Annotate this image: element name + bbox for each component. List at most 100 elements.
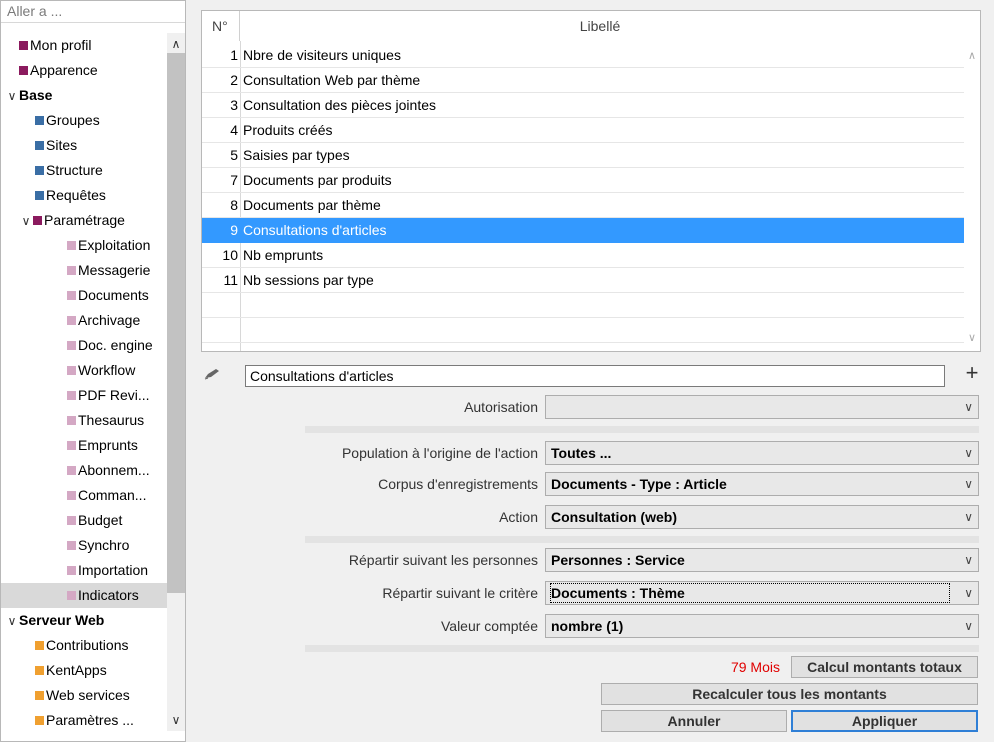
recalc-all-button[interactable]: Recalculer tous les montants — [601, 683, 978, 705]
table-row[interactable]: 8 Documents par thème — [202, 193, 964, 218]
table-scroll-up-icon[interactable]: ∧ — [964, 49, 980, 62]
corpus-select[interactable]: Documents - Type : Article ∨ — [545, 472, 979, 496]
table-row[interactable]: 4 Produits créés — [202, 118, 964, 143]
apply-button[interactable]: Appliquer — [791, 710, 978, 732]
row-label: Nb emprunts — [243, 247, 324, 263]
row-number: 4 — [230, 122, 238, 138]
repartir-personnes-select[interactable]: Personnes : Service ∨ — [545, 548, 979, 572]
chevron-down-icon: ∨ — [964, 619, 973, 633]
table-row[interactable]: 1 Nbre de visiteurs uniques — [202, 43, 964, 68]
table-row[interactable]: 11 Nb sessions par type — [202, 268, 964, 293]
column-header-label[interactable]: Libellé — [240, 11, 960, 41]
chevron-down-icon[interactable]: ∨ — [5, 84, 19, 108]
sidebar-item-apparence[interactable]: Apparence — [1, 58, 167, 83]
node-square-icon — [35, 716, 44, 725]
node-square-icon — [67, 441, 76, 450]
sidebar-item-label: Mon profil — [30, 37, 92, 53]
sidebar-item-structure[interactable]: Structure — [1, 158, 167, 183]
action-label: Action — [499, 509, 538, 525]
sidebar-item-label: Paramètres ... — [46, 712, 134, 728]
sidebar-item-contributions[interactable]: Contributions — [1, 633, 167, 658]
goto-search-field[interactable]: Aller a ... — [1, 1, 185, 23]
chevron-down-icon: ∨ — [964, 553, 973, 567]
sidebar-item-abonnem[interactable]: Abonnem... — [1, 458, 167, 483]
sidebar-item-label: Exploitation — [78, 237, 151, 253]
sidebar-item-pdf-revi[interactable]: PDF Revi... — [1, 383, 167, 408]
sidebar-item-label: Contributions — [46, 637, 129, 653]
cancel-button[interactable]: Annuler — [601, 710, 787, 732]
sidebar-item-label: Groupes — [46, 112, 100, 128]
node-square-icon — [35, 166, 44, 175]
table-scroll-down-icon[interactable]: ∨ — [964, 331, 980, 344]
sidebar-item-emprunts[interactable]: Emprunts — [1, 433, 167, 458]
row-number: 3 — [230, 97, 238, 113]
add-icon[interactable]: + — [962, 362, 982, 384]
sidebar-item-label: Budget — [78, 512, 123, 528]
sidebar-item-base[interactable]: ∨ Base — [1, 83, 167, 108]
sidebar-item-groupes[interactable]: Groupes — [1, 108, 167, 133]
sidebar-item-archivage[interactable]: Archivage — [1, 308, 167, 333]
sidebar-item-label: Importation — [78, 562, 149, 578]
node-square-icon — [35, 641, 44, 650]
chevron-down-icon[interactable]: ∨ — [19, 209, 33, 233]
sidebar-item-label: Thesaurus — [78, 412, 145, 428]
valeur-select[interactable]: nombre (1) ∨ — [545, 614, 979, 638]
chevron-down-icon: ∨ — [964, 510, 973, 524]
table-row[interactable]: 7 Documents par produits — [202, 168, 964, 193]
row-number: 1 — [230, 47, 238, 63]
sidebar-item-label: Serveur Web — [19, 612, 105, 628]
sidebar-item-param-tres[interactable]: Paramètres ... — [1, 708, 167, 733]
sidebar-item-exploitation[interactable]: Exploitation — [1, 233, 167, 258]
calc-totals-button[interactable]: Calcul montants totaux — [791, 656, 978, 678]
sidebar-item-synchro[interactable]: Synchro — [1, 533, 167, 558]
table-row[interactable]: 2 Consultation Web par thème — [202, 68, 964, 93]
sidebar-item-budget[interactable]: Budget — [1, 508, 167, 533]
sidebar-item-web-services[interactable]: Web services — [1, 683, 167, 708]
node-square-icon — [33, 216, 42, 225]
sidebar-item-doc-engine[interactable]: Doc. engine — [1, 333, 167, 358]
sidebar-item-comman[interactable]: Comman... — [1, 483, 167, 508]
sidebar-item-thesaurus[interactable]: Thesaurus — [1, 408, 167, 433]
action-select[interactable]: Consultation (web) ∨ — [545, 505, 979, 529]
sidebar-item-importation[interactable]: Importation — [1, 558, 167, 583]
sidebar-item-documents[interactable]: Documents — [1, 283, 167, 308]
row-label: Consultations d'articles — [243, 222, 387, 238]
row-label: Produits créés — [243, 122, 333, 138]
node-square-icon — [35, 691, 44, 700]
sidebar-item-serveur-web[interactable]: ∨ Serveur Web — [1, 608, 167, 633]
sidebar-item-sites[interactable]: Sites — [1, 133, 167, 158]
scroll-down-icon[interactable]: ∨ — [167, 711, 185, 729]
table-row[interactable]: 10 Nb emprunts — [202, 243, 964, 268]
sidebar-item-mon-profil[interactable]: Mon profil — [1, 33, 167, 58]
row-number: 5 — [230, 147, 238, 163]
separator — [305, 645, 979, 652]
row-label: Saisies par types — [243, 147, 350, 163]
chevron-down-icon: ∨ — [964, 446, 973, 460]
sidebar-item-label: Doc. engine — [78, 337, 153, 353]
repartir-critere-select[interactable]: Documents : Thème ∨ — [545, 581, 979, 605]
sidebar-item-label: Web services — [46, 687, 130, 703]
population-select[interactable]: Toutes ... ∨ — [545, 441, 979, 465]
indicators-table: N° Libellé 1 Nbre de visiteurs uniques 2 Co… — [201, 10, 981, 352]
chevron-down-icon: ∨ — [964, 400, 973, 414]
row-label: Consultation Web par thème — [243, 72, 421, 88]
sidebar-item-requ-tes[interactable]: Requêtes — [1, 183, 167, 208]
node-square-icon — [67, 391, 76, 400]
chevron-down-icon[interactable]: ∨ — [5, 609, 19, 633]
scroll-up-icon[interactable]: ∧ — [167, 35, 185, 53]
sidebar-item-kentapps[interactable]: KentApps — [1, 658, 167, 683]
row-label: Consultation des pièces jointes — [243, 97, 437, 113]
column-header-number[interactable]: N° — [202, 11, 240, 41]
table-row[interactable]: 5 Saisies par types — [202, 143, 964, 168]
autorisation-select[interactable]: ∨ — [545, 395, 979, 419]
sidebar-item-messagerie[interactable]: Messagerie — [1, 258, 167, 283]
sidebar-scrollbar-thumb[interactable] — [167, 53, 185, 593]
population-label: Population à l'origine de l'action — [341, 445, 538, 461]
table-row[interactable]: 3 Consultation des pièces jointes — [202, 93, 964, 118]
sidebar-item-param-trage[interactable]: ∨ Paramétrage — [1, 208, 167, 233]
indicator-name-input[interactable]: Consultations d'articles — [245, 365, 945, 387]
sidebar-item-indicators[interactable]: Indicators — [1, 583, 167, 608]
table-row[interactable]: 9 Consultations d'articles — [202, 218, 964, 243]
population-value: Toutes ... — [551, 445, 612, 461]
sidebar-item-workflow[interactable]: Workflow — [1, 358, 167, 383]
